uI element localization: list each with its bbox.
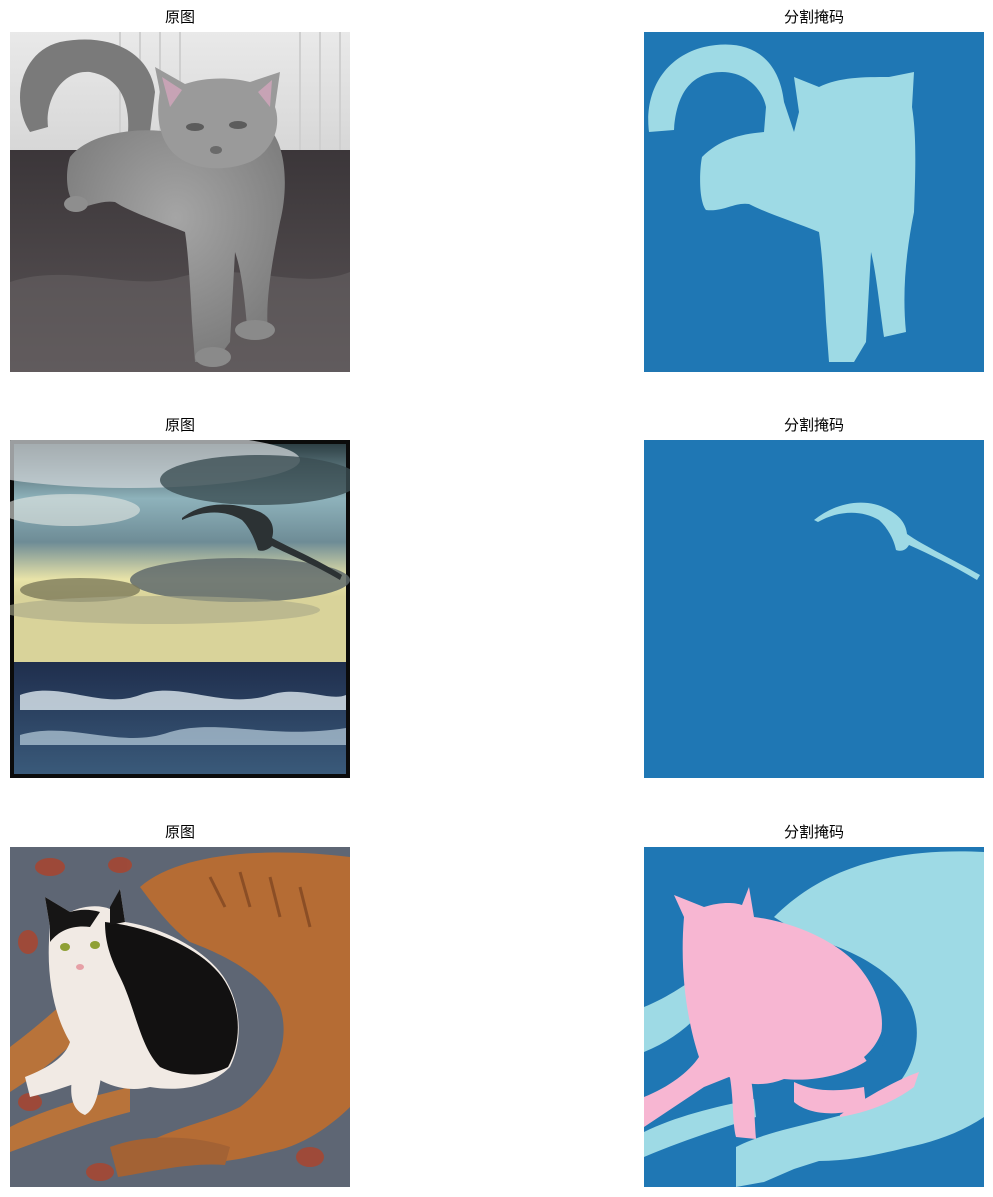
image-title-row2: 原图	[164, 416, 195, 434]
image-title-row3: 原图	[164, 823, 195, 841]
original-image-row3	[10, 847, 350, 1187]
mask-title-row2: 分割掩码	[783, 416, 844, 434]
segmentation-mask-row1	[644, 32, 984, 372]
original-image-row2	[10, 440, 350, 778]
segmentation-mask-row3	[644, 847, 984, 1187]
original-image-row1	[10, 32, 350, 372]
image-title-row1: 原图	[164, 8, 195, 26]
mask-title-row1: 分割掩码	[783, 8, 844, 26]
segmentation-mask-row2	[644, 440, 984, 778]
mask-title-row3: 分割掩码	[783, 823, 844, 841]
